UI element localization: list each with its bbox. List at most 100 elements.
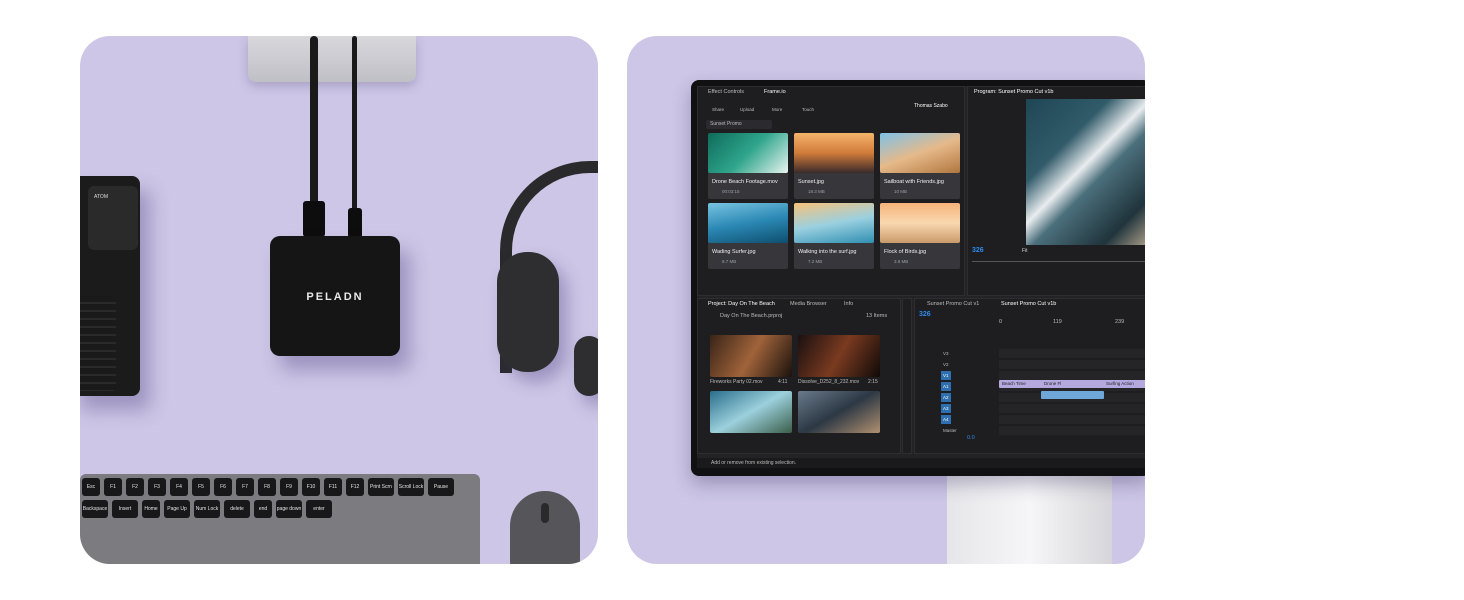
track-label: Master	[943, 428, 957, 433]
track-lane[interactable]	[999, 426, 1145, 435]
media-tile[interactable]: Sailboat with Friends.jpg 10 MB	[880, 133, 960, 199]
tab-media-browser[interactable]: Media Browser	[790, 301, 827, 307]
video-editor-screen: Effect Controls Frame.io Share Upload Mo…	[697, 86, 1145, 468]
clip-thumb-surf[interactable]	[710, 391, 792, 433]
keyboard-key: page down	[276, 500, 302, 518]
frameio-toolbar: Share Upload More Touch	[704, 99, 854, 113]
monitor-photo-card: Effect Controls Frame.io Share Upload Mo…	[627, 36, 1145, 564]
program-monitor: Program: Sunset Promo Cut v1b 326 Fit	[967, 86, 1145, 296]
track-label: A3	[941, 404, 951, 413]
media-tile[interactable]: Sunset.jpg 18.3 MB	[794, 133, 874, 199]
media-tile-thumbnail	[880, 203, 960, 243]
keyboard-key: Backspace	[82, 500, 108, 518]
media-tile-meta: 3.9 MB	[894, 259, 909, 264]
monitor-stand-base	[248, 36, 416, 82]
media-tile-meta: 00:03:15	[722, 189, 740, 194]
clip-thumb-fireworks[interactable]	[710, 335, 792, 377]
track-header[interactable]: A4	[915, 415, 1145, 424]
keyboard-key: F7	[236, 478, 254, 496]
recorder-label: ATOM	[94, 194, 108, 200]
media-tile-meta: 8.7 MB	[722, 259, 737, 264]
more-button[interactable]: More	[772, 107, 782, 112]
media-tile-meta: 18.3 MB	[808, 189, 825, 194]
hdmi-cable	[310, 36, 318, 206]
program-fit-select[interactable]: Fit	[1022, 248, 1028, 254]
track-header[interactable]: V3	[915, 349, 1145, 358]
status-text: Add or remove from existing selection.	[711, 460, 797, 466]
upload-button[interactable]: Upload	[740, 107, 754, 112]
share-button[interactable]: Share	[712, 107, 724, 112]
clip-thumb-dissolve[interactable]	[798, 335, 880, 377]
desk-photo-card: PELADN ATOM Esc F1 F2 F3 F4 F5 F6 F7 F8 F9 F10 F11 F…	[80, 36, 598, 564]
media-tile[interactable]: Walking into the surf.jpg 7.2 MB	[794, 203, 874, 269]
tab-project[interactable]: Project: Day On The Beach	[708, 301, 775, 307]
frameio-panel: Effect Controls Frame.io Share Upload Mo…	[697, 86, 965, 296]
timeline-panel: Sunset Promo Cut v1 Sunset Promo Cut v1b…	[914, 298, 1145, 454]
program-title: Program: Sunset Promo Cut v1b	[974, 89, 1054, 95]
track-header[interactable]: V2	[915, 360, 1145, 369]
track-lane[interactable]	[999, 360, 1145, 369]
keyboard-key: enter	[306, 500, 332, 518]
media-tile[interactable]: Flock of Birds.jpg 3.9 MB	[880, 203, 960, 269]
keyboard-key: Scroll Lock	[398, 478, 424, 496]
tab-frameio[interactable]: Frame.io	[764, 89, 786, 95]
tab-info[interactable]: Info	[844, 301, 853, 307]
keyboard-key: F3	[148, 478, 166, 496]
track-label: A1	[941, 382, 951, 391]
clip-drone[interactable]: Drone Fl	[1041, 380, 1104, 388]
track-header[interactable]: Master	[915, 426, 1145, 435]
tab-effect-controls[interactable]: Effect Controls	[708, 89, 744, 95]
project-item-count: 13 Items	[866, 313, 888, 319]
track-header[interactable]: A3	[915, 404, 1145, 413]
tools-panel	[902, 298, 912, 454]
track-lane[interactable]	[999, 415, 1145, 424]
clip-surfing-action[interactable]: Surfing Action	[1103, 380, 1145, 388]
program-video-frame	[1026, 99, 1145, 245]
tab-sequence-v1[interactable]: Sunset Promo Cut v1	[927, 301, 979, 307]
camera-lens	[80, 296, 116, 391]
timeline-timecode: 326	[919, 311, 931, 318]
media-tile-thumbnail	[880, 133, 960, 173]
computer-mouse	[510, 491, 580, 564]
user-name[interactable]: Thomas Szabo	[914, 103, 948, 109]
track-header[interactable]: A2	[915, 393, 1145, 402]
clip-beach-time-label: Beach Time	[1002, 381, 1026, 386]
program-timecode: 326	[972, 247, 984, 254]
media-tile-name: Sunset.jpg	[798, 179, 824, 185]
clip-duration-dissolve: 2:15	[868, 379, 878, 385]
master-volume[interactable]: 0.0	[967, 435, 975, 441]
audio-clip-a1[interactable]	[1041, 391, 1104, 399]
touch-button[interactable]: Touch	[802, 107, 814, 112]
project-dropdown[interactable]: Sunset Promo	[706, 120, 772, 129]
track-label: A2	[941, 393, 951, 402]
clip-surfing-action-label: Surfing Action	[1106, 381, 1134, 386]
media-tile-thumbnail	[794, 203, 874, 243]
program-scrubber[interactable]	[972, 261, 1145, 262]
media-tile-name: Wading Surfer.jpg	[712, 249, 756, 255]
clip-thumb-coast[interactable]	[798, 391, 880, 433]
track-lane[interactable]	[999, 349, 1145, 358]
keyboard-key: F10	[302, 478, 320, 496]
media-tile[interactable]: Drone Beach Footage.mov 00:03:15	[708, 133, 788, 199]
keyboard-key: F5	[192, 478, 210, 496]
track-header[interactable]: V1	[915, 371, 1145, 380]
docking-hub: PELADN	[270, 236, 400, 356]
media-tile-meta: 7.2 MB	[808, 259, 823, 264]
hdmi-plug	[303, 201, 325, 237]
track-lane[interactable]	[999, 404, 1145, 413]
keyboard-key: Home	[142, 500, 160, 518]
media-tile[interactable]: Wading Surfer.jpg 8.7 MB	[708, 203, 788, 269]
monitor: Effect Controls Frame.io Share Upload Mo…	[691, 80, 1145, 476]
keyboard-key: F4	[170, 478, 188, 496]
track-header[interactable]: A1	[915, 382, 1145, 391]
monitor-stand	[947, 466, 1112, 564]
hub-brand-logo: PELADN	[306, 291, 364, 303]
clip-beach-time[interactable]: Beach Time	[999, 380, 1042, 388]
keyboard-key: end	[254, 500, 272, 518]
tab-sequence-v1b[interactable]: Sunset Promo Cut v1b	[1001, 301, 1056, 307]
track-lane[interactable]	[999, 371, 1145, 380]
media-tile-thumbnail	[708, 133, 788, 173]
headphones-right-earcup	[574, 336, 598, 396]
status-bar: Add or remove from existing selection.	[697, 458, 1145, 468]
track-label: V1	[941, 371, 951, 380]
